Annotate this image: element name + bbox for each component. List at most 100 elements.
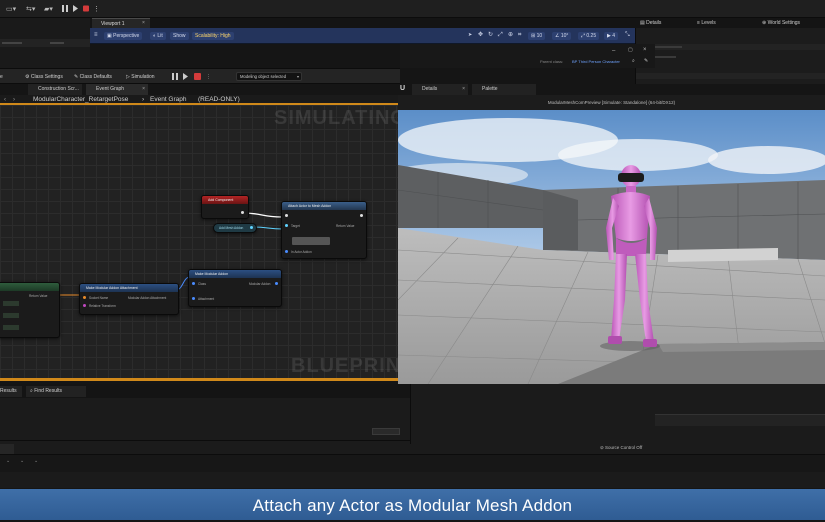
pause-icon[interactable] <box>62 5 68 12</box>
select-tool-icon[interactable]: ➤ <box>468 33 472 38</box>
tab-event-graph[interactable]: Event Graph × <box>86 84 148 95</box>
rotation-snap-button[interactable]: ∠ 10° <box>552 32 572 40</box>
close-window-icon[interactable]: × <box>643 47 647 53</box>
forward-icon[interactable]: › <box>13 97 15 103</box>
platforms-icon[interactable]: ⇆▾ <box>26 5 35 13</box>
scale-snap-value: 0.25 <box>586 33 597 39</box>
node-make-modular-addon[interactable]: Make Modular Addon Class Modular Addon A… <box>188 269 282 307</box>
node-variable-getter[interactable]: Add Mesh Addon <box>213 223 257 233</box>
class-defaults-button[interactable]: ✎ Class Defaults <box>74 74 112 80</box>
node-modular-title: Make Modular Addon Attachment <box>80 284 178 292</box>
bottom-tab-strip: Results ⌕ Find Results <box>0 384 410 398</box>
tab-palette[interactable]: Palette <box>472 84 536 95</box>
node-attach-actor[interactable]: Attach Actor to Mesh Addon Target Return… <box>281 201 367 259</box>
step-icon[interactable] <box>183 73 189 80</box>
breadcrumb-path[interactable]: ModularCharacter_RetargetPose <box>33 96 128 104</box>
browse-icon[interactable]: ⌕ <box>632 59 635 64</box>
debug-object-select[interactable]: Modeling object selected ▾ <box>236 72 302 81</box>
camera-speed-button[interactable]: ▶ 4 <box>604 32 619 40</box>
breadcrumb-separator: › <box>142 96 145 103</box>
tab-details[interactable]: ▤ Details <box>640 20 661 26</box>
tab-compiler-label: Results <box>0 388 17 394</box>
build-icon[interactable]: ▰▾ <box>44 5 53 13</box>
event-graph-canvas[interactable]: SIMULATING BLUEPRINT Add Component Attac… <box>0 105 413 380</box>
parent-class-link[interactable]: BP Third Person Character <box>572 60 620 64</box>
pause-icon[interactable] <box>172 73 178 80</box>
back-icon[interactable]: ‹ <box>4 97 6 103</box>
tab-preview-details[interactable]: Details × <box>412 84 468 95</box>
breadcrumb: ‹ › ModularCharacter_RetargetPose › Even… <box>0 95 398 105</box>
node-modular-attachment[interactable]: Make Modular Addon Attachment Socket Nam… <box>79 283 179 315</box>
minimize-icon[interactable]: – <box>612 48 615 54</box>
viewport-menu-icon[interactable]: ≡ <box>94 32 98 38</box>
node-attach-title: Attach Actor to Mesh Addon <box>282 202 366 210</box>
close-icon[interactable]: × <box>142 21 145 26</box>
class-settings-button[interactable]: ⚙ Class Settings <box>25 74 63 80</box>
maximize-icon[interactable]: ▢ <box>628 48 633 53</box>
tab-construction-script[interactable]: Construction Scr... <box>28 84 82 95</box>
simulating-border <box>0 378 398 381</box>
scale-icon[interactable]: ⤢ <box>498 32 503 38</box>
scale-snap-button[interactable]: ⤢ 0.25 <box>578 32 600 40</box>
edit-icon[interactable]: ✎ <box>644 59 648 64</box>
breadcrumb-current: Event Graph <box>150 96 187 103</box>
class-pin[interactable] <box>192 282 195 285</box>
preview-scene <box>398 110 825 384</box>
lit-button[interactable]: ◐ Lit <box>150 32 166 40</box>
exec-out-pin[interactable] <box>360 214 363 217</box>
source-control-status[interactable]: ⊘ Source Control Off <box>600 445 642 451</box>
tab-levels[interactable]: ≡ Levels <box>697 20 716 26</box>
chevron-down-icon[interactable]: ⌄ <box>34 459 38 464</box>
select-mode-icon[interactable]: ▭▾ <box>6 5 16 13</box>
chevron-down-icon[interactable]: ⌄ <box>6 459 10 464</box>
tab-viewport-1[interactable]: Viewport 1 × <box>92 18 150 28</box>
node-partial-left[interactable]: Return Value <box>0 282 60 338</box>
close-icon[interactable]: × <box>462 84 465 95</box>
close-icon[interactable]: × <box>142 84 145 95</box>
surface-snap-icon[interactable]: ⌗ <box>518 32 521 38</box>
simulation-button[interactable]: ▷ Simulation <box>126 74 155 80</box>
rotate-icon[interactable]: ↻ <box>488 32 493 38</box>
compile-icon[interactable]: e <box>0 74 3 80</box>
grid-snap-value: 10 <box>536 33 543 39</box>
tab-world-settings[interactable]: ⊕ World Settings <box>762 20 800 26</box>
socket-pin[interactable] <box>83 296 86 299</box>
var-out-pin[interactable] <box>250 226 253 229</box>
stop-icon[interactable] <box>194 73 201 80</box>
show-button[interactable]: Show <box>170 32 189 40</box>
stop-icon[interactable] <box>83 5 89 12</box>
exec-in-pin[interactable] <box>285 214 288 217</box>
chevron-down-icon[interactable]: ⌄ <box>20 459 24 464</box>
asset-field[interactable] <box>292 237 330 245</box>
chevron-down-icon: ▾ <box>296 74 299 79</box>
actor-pin[interactable] <box>285 250 288 253</box>
struct-out-pin[interactable] <box>275 282 278 285</box>
unreal-logo-icon: U <box>400 85 406 92</box>
attachment-pin[interactable] <box>192 297 195 300</box>
camera-speed-value: 4 <box>612 33 616 39</box>
node-struct-title: Make Modular Addon <box>189 270 281 278</box>
exec-pin[interactable] <box>241 211 244 214</box>
tab-find-results[interactable]: ⌕ Find Results <box>26 386 86 397</box>
step-icon[interactable] <box>73 5 79 12</box>
rotation-snap-value: 10° <box>560 33 569 39</box>
more-options-icon[interactable]: ⋮ <box>93 5 100 13</box>
world-space-icon[interactable]: ⊕ <box>508 32 513 38</box>
maximize-viewport-icon[interactable]: ⤡ <box>625 32 630 38</box>
perspective-button[interactable]: ▣ Perspective <box>104 32 143 40</box>
more-options-icon[interactable]: ⋮ <box>206 74 211 80</box>
scalability-button[interactable]: Scalability: High <box>192 32 234 40</box>
show-label: Show <box>173 33 186 39</box>
lit-label: Lit <box>157 33 163 39</box>
debug-object-value: Modeling object selected <box>240 74 287 79</box>
target-pin[interactable] <box>285 224 288 227</box>
translate-icon[interactable]: ✥ <box>478 32 483 38</box>
node-event[interactable]: Add Component <box>201 195 249 219</box>
preview-title: ModularMeshComPreview [Simulate: Standal… <box>547 100 676 105</box>
tab-compiler-results[interactable]: Results <box>0 386 22 397</box>
clear-button[interactable] <box>372 428 400 435</box>
game-preview-viewport[interactable] <box>398 110 825 384</box>
grid-snap-button[interactable]: ⊞ 10 <box>528 32 546 40</box>
banner-text: Attach any Actor as Modular Mesh Addon <box>252 496 573 515</box>
transform-pin[interactable] <box>83 304 86 307</box>
